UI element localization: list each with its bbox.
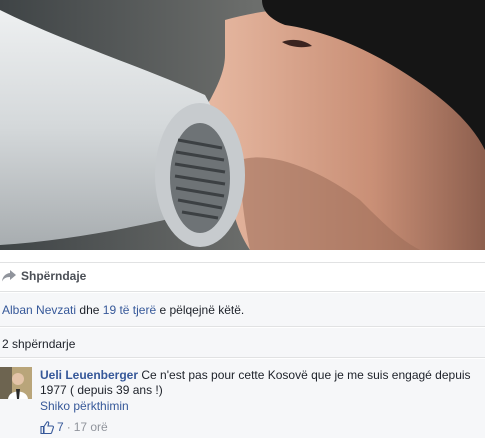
- other-likers-link[interactable]: 19 të tjerë: [103, 303, 156, 317]
- comment-like-count[interactable]: 7: [57, 420, 64, 434]
- share-icon: [2, 270, 16, 282]
- see-translation-link[interactable]: Shiko përkthimin: [40, 399, 480, 414]
- megaphone-protester-image: [0, 0, 485, 250]
- comment-meta: 7 · 17 orë: [40, 420, 108, 434]
- post-action-bar: Shpërndaje: [0, 262, 485, 292]
- post-photo[interactable]: [0, 0, 485, 250]
- comment-author-link[interactable]: Ueli Leuenberger: [40, 368, 138, 382]
- comment: Ueli Leuenberger Ce n'est pas pour cette…: [0, 359, 485, 438]
- shares-count-link[interactable]: 2 shpërndarje: [2, 337, 75, 351]
- likes-suffix: e pëlqejnë këtë.: [159, 303, 245, 317]
- comment-body: Ueli Leuenberger Ce n'est pas pour cette…: [40, 368, 480, 414]
- share-button[interactable]: Shpërndaje: [2, 269, 86, 283]
- commenter-photo: [0, 367, 32, 399]
- comment-timestamp[interactable]: 17 orë: [74, 420, 108, 434]
- avatar[interactable]: [0, 367, 32, 399]
- share-label: Shpërndaje: [21, 269, 87, 283]
- likes-summary: Alban Nevzati dhe 19 të tjerë e pëlqejnë…: [0, 293, 485, 327]
- likes-connector: dhe: [79, 303, 100, 317]
- like-thumb-icon[interactable]: [40, 420, 54, 434]
- meta-separator: ·: [66, 420, 71, 434]
- liker-name-link[interactable]: Alban Nevzati: [2, 303, 76, 317]
- shares-summary: 2 shpërndarje: [0, 328, 485, 358]
